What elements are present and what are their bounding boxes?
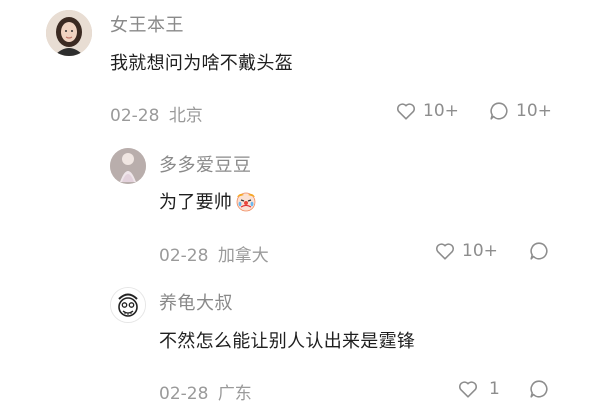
comment-text: 不然怎么能让别人认出来是霆锋 [159,331,416,352]
cartoon-face-avatar-icon [111,288,145,322]
comment-text: 我就想问为啥不戴头盔 [110,53,293,74]
like-button[interactable]: 10+ [434,240,498,262]
comment-text-body: 为了要帅 [159,192,233,213]
username[interactable]: 女王本王 [110,11,184,37]
heart-icon [459,381,477,398]
like-count: 1 [489,379,500,399]
comment-text: 为了要帅 [159,188,258,214]
username[interactable]: 多多爱豆豆 [159,151,252,177]
like-button[interactable]: 10+ [395,100,459,122]
comment-meta: 02-28 北京 [110,101,203,126]
avatar[interactable] [46,10,92,56]
woman-portrait-avatar-icon [46,10,92,56]
reply-item: 养龟大叔 不然怎么能让别人认出来是霆锋 02-28 广东 1 [0,270,598,404]
comment-bubble-icon [490,102,508,120]
reply-button[interactable] [528,240,550,262]
comment-bubble-icon [530,242,548,260]
comment-location: 北京 [168,106,203,126]
comment-bubble-icon [530,380,548,398]
comment-date: 02-28 [110,106,160,126]
like-count: 10+ [423,101,459,121]
comment-item: 女王本王 我就想问为啥不戴头盔 02-28 北京 10+ 10+ [0,0,598,135]
reply-count: 10+ [516,101,552,121]
avatar[interactable] [110,287,146,323]
doll-avatar-icon [110,148,146,184]
crying-clown-emoji-icon [236,192,256,212]
reply-button[interactable] [528,378,550,400]
comment-location: 广东 [217,384,252,404]
reply-item: 多多爱豆豆 为了要帅 02-28 加拿大 10+ [0,135,598,270]
like-count: 10+ [462,241,498,261]
reply-button[interactable]: 10+ [488,100,552,122]
username[interactable]: 养龟大叔 [159,289,233,315]
heart-icon [436,243,454,260]
comment-meta: 02-28 广东 [159,379,252,404]
comment-date: 02-28 [159,246,209,266]
comment-date: 02-28 [159,384,209,404]
comment-meta: 02-28 加拿大 [159,241,269,266]
avatar[interactable] [110,148,146,184]
comment-location: 加拿大 [217,246,269,266]
heart-icon [397,103,415,120]
like-button[interactable]: 1 [457,378,500,400]
